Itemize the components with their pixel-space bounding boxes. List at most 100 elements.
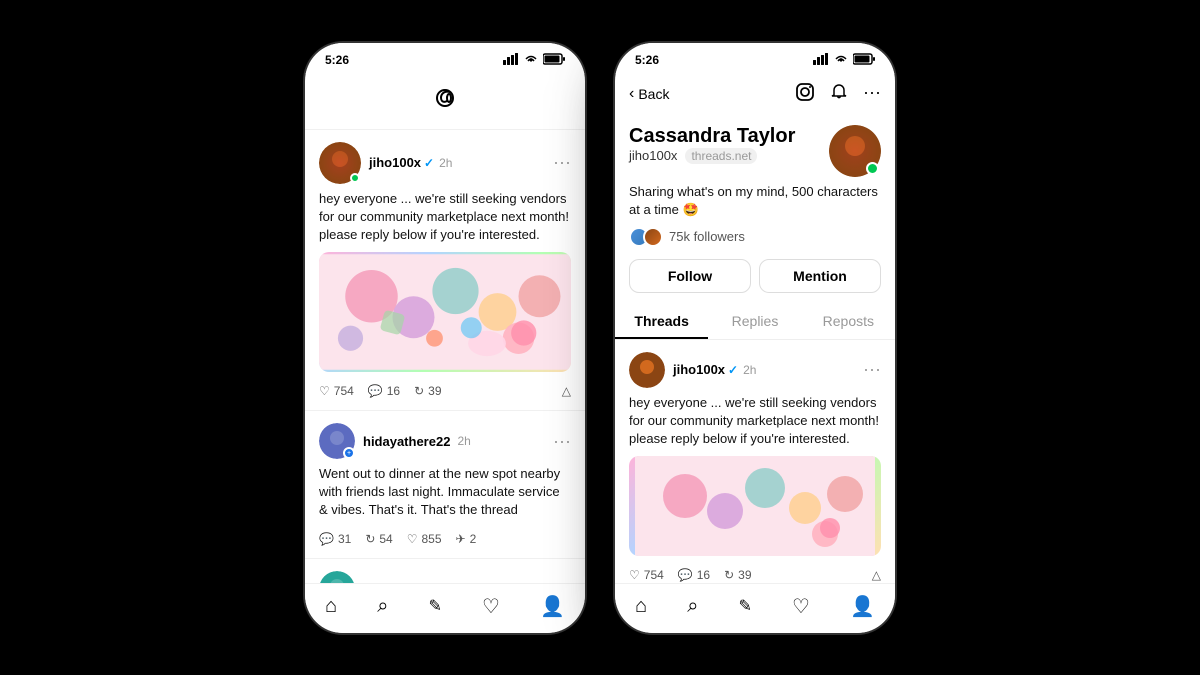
post-header-1: jiho100x ✓ 2h ···: [319, 142, 571, 184]
follower-avatars: [629, 227, 663, 247]
more-btn-2[interactable]: ···: [553, 431, 571, 452]
post-image-1: [319, 252, 571, 372]
profile-online-dot: [866, 162, 879, 175]
misc-icon-2: ✈: [456, 532, 466, 546]
nav-compose-1[interactable]: ✎: [428, 596, 441, 616]
profile-name: Cassandra Taylor: [629, 125, 795, 148]
share-icon-p1: △: [872, 568, 881, 582]
repost-action-1[interactable]: ↻ 39: [414, 384, 441, 398]
profile-post-header-1: jiho100x ✓ 2h ···: [629, 352, 881, 388]
post-text-2: Went out to dinner at the new spot nearb…: [319, 465, 571, 520]
follower-avatar-2: [643, 227, 663, 247]
threads-logo-1: [429, 82, 461, 121]
time-2: 5:26: [635, 53, 659, 67]
profile-handle: jiho100x: [629, 148, 677, 163]
profile-like-1[interactable]: ♡ 754: [629, 568, 664, 582]
tab-replies[interactable]: Replies: [708, 303, 801, 339]
avatar-3: [319, 571, 355, 583]
comment-action-2[interactable]: 💬 31: [319, 532, 351, 546]
post-header-3: endoatthebeach 3h ···: [319, 571, 571, 583]
bottom-nav-1: ⌂ ⌕ ✎ ♡ 👤: [305, 583, 585, 633]
post-header-2: + hidayathere22 2h ···: [319, 423, 571, 459]
like-action-2[interactable]: ♡ 855: [407, 532, 442, 546]
heart-icon-p1: ♡: [629, 568, 640, 582]
bell-icon[interactable]: [829, 82, 849, 107]
profile-post-meta-1: jiho100x ✓ 2h: [673, 362, 855, 377]
feed-post-3: endoatthebeach 3h ··· do u ever get pins…: [305, 559, 585, 583]
status-icons-1: [503, 53, 565, 68]
profile-share-1[interactable]: △: [872, 568, 881, 582]
repost-icon-2: ↻: [365, 532, 375, 546]
phone-feed: 5:26: [305, 43, 585, 633]
nav-compose-2[interactable]: ✎: [738, 596, 751, 616]
bottom-nav-2: ⌂ ⌕ ✎ ♡ 👤: [615, 583, 895, 633]
tab-threads[interactable]: Threads: [615, 303, 708, 339]
comment-icon-1: 💬: [368, 384, 383, 398]
profile-bio: Sharing what's on my mind, 500 character…: [629, 183, 881, 219]
profile-comment-1[interactable]: 💬 16: [678, 568, 710, 582]
comment-icon-2: 💬: [319, 532, 334, 546]
profile-repost-1[interactable]: ↻ 39: [724, 568, 751, 582]
back-button[interactable]: ‹ Back: [629, 85, 669, 103]
feed-header: [305, 74, 585, 130]
status-bar-1: 5:26: [305, 43, 585, 74]
nav-heart-1[interactable]: ♡: [482, 594, 500, 619]
more-btn-p1[interactable]: ···: [863, 359, 881, 380]
nav-heart-2[interactable]: ♡: [792, 594, 810, 619]
mention-button[interactable]: Mention: [759, 259, 881, 293]
post-text-1: hey everyone ... we're still seeking ven…: [319, 190, 571, 245]
profile-avatar-container: [829, 125, 881, 177]
profile-post-text-1: hey everyone ... we're still seeking ven…: [629, 394, 881, 449]
avatar-container-1: [319, 142, 361, 184]
more-btn-1[interactable]: ···: [553, 152, 571, 173]
post-username-2: hidayathere22 2h: [363, 434, 545, 449]
profile-top: Cassandra Taylor jiho100x threads.net: [629, 125, 881, 177]
follow-button[interactable]: Follow: [629, 259, 751, 293]
like-action-1[interactable]: ♡ 754: [319, 384, 354, 398]
followers-row: 75k followers: [629, 227, 881, 247]
share-icon-1: △: [562, 384, 571, 398]
time-1: 5:26: [325, 53, 349, 67]
signal-icon-2: [813, 53, 829, 68]
misc-action-2[interactable]: ✈ 2: [456, 532, 477, 546]
profile-post-avatar-1: [629, 352, 665, 388]
feed-post-1: jiho100x ✓ 2h ··· hey everyone ... we're…: [305, 130, 585, 412]
battery-icon-1: [543, 53, 565, 68]
heart-icon-1: ♡: [319, 384, 330, 398]
more-icon[interactable]: ···: [863, 82, 881, 107]
profile-nav-icons: ···: [795, 82, 881, 107]
nav-home-1[interactable]: ⌂: [325, 595, 337, 618]
comment-action-1[interactable]: 💬 16: [368, 384, 400, 398]
profile-post-username-1: jiho100x ✓ 2h: [673, 362, 855, 377]
feed-post-2: + hidayathere22 2h ··· Went out to dinne…: [305, 411, 585, 559]
share-action-1[interactable]: △: [562, 384, 571, 398]
instagram-icon[interactable]: [795, 82, 815, 107]
phone-profile: 5:26: [615, 43, 895, 633]
post-meta-1: jiho100x ✓ 2h: [369, 155, 545, 170]
wifi-icon-1: [523, 53, 539, 68]
profile-post-1: jiho100x ✓ 2h ··· hey everyone ... we're…: [615, 340, 895, 583]
profile-post-actions-1: ♡ 754 💬 16 ↻ 39 △: [629, 564, 881, 582]
followers-text: 75k followers: [669, 229, 745, 244]
status-icons-2: [813, 53, 875, 68]
profile-feed: jiho100x ✓ 2h ··· hey everyone ... we're…: [615, 340, 895, 583]
nav-profile-2[interactable]: 👤: [850, 594, 875, 619]
battery-icon-2: [853, 53, 875, 68]
nav-search-2[interactable]: ⌕: [687, 595, 698, 618]
heart-icon-2: ♡: [407, 532, 418, 546]
profile-actions: Follow Mention: [629, 259, 881, 293]
nav-search-1[interactable]: ⌕: [377, 595, 388, 618]
profile-post-image-1: [629, 456, 881, 556]
nav-home-2[interactable]: ⌂: [635, 595, 647, 618]
tab-reposts[interactable]: Reposts: [802, 303, 895, 339]
chevron-left-icon: ‹: [629, 85, 634, 103]
post-actions-2: 💬 31 ↻ 54 ♡ 855 ✈ 2: [319, 528, 571, 550]
verified-p1: ✓: [728, 363, 738, 377]
nav-profile-1[interactable]: 👤: [540, 594, 565, 619]
repost-icon-p1: ↻: [724, 568, 734, 582]
repost-action-2[interactable]: ↻ 54: [365, 532, 392, 546]
phone1-content: jiho100x ✓ 2h ··· hey everyone ... we're…: [305, 74, 585, 583]
add-dot-2: +: [343, 447, 355, 459]
phone2-content: ‹ Back: [615, 74, 895, 583]
avatar-container-3: [319, 571, 355, 583]
